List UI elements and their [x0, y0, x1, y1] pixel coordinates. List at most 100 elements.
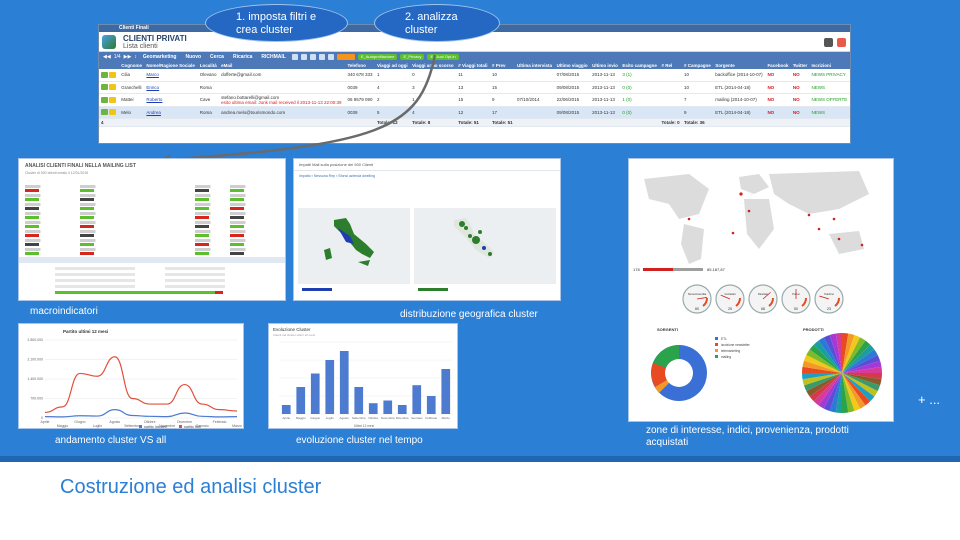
col-header[interactable]: Sorgente	[713, 61, 766, 69]
row-action-icons[interactable]	[99, 69, 120, 82]
gauge-label: Telefono	[824, 292, 834, 296]
macro-indicator	[195, 203, 225, 211]
cell-prev: 17	[489, 106, 515, 119]
macro-progress-fill	[215, 291, 223, 294]
donut-legend-label[interactable]: ETL	[721, 337, 727, 341]
donut-legend-swatch	[715, 337, 718, 340]
help-icon[interactable]	[837, 38, 846, 47]
gauge-label: Contattati	[724, 292, 736, 296]
cell-facebook: NO	[765, 81, 791, 94]
note-icon[interactable]	[109, 109, 116, 115]
macro-grid	[25, 185, 283, 261]
x-tick-label: Settembre	[352, 416, 366, 420]
note-icon[interactable]	[109, 96, 116, 103]
caption-geo: distribuzione geografica cluster	[400, 309, 538, 320]
x-tick-label: Agosto	[340, 416, 350, 420]
col-header[interactable]: # Campagne	[681, 61, 714, 69]
cell-rel	[659, 81, 682, 94]
note-icon[interactable]	[109, 84, 116, 90]
col-header[interactable]: # Rel	[659, 61, 682, 69]
note-icon[interactable]	[109, 71, 116, 78]
col-header[interactable]: Ultima intervista	[515, 61, 555, 69]
col-header[interactable]: Cognome	[119, 61, 145, 69]
bar-5[interactable]	[354, 387, 364, 414]
geo-legend-2[interactable]: Nessuna Rep	[314, 174, 335, 178]
x-tick-label: Marzo	[232, 424, 242, 428]
legend-label[interactable]: partito (tot)	[184, 425, 201, 429]
x-tick-label: Febbraio	[425, 416, 437, 420]
bar-10[interactable]	[426, 396, 436, 414]
bar-3[interactable]	[325, 360, 335, 414]
bar-6[interactable]	[368, 403, 378, 414]
first-page-icon[interactable]: ◀◀	[103, 54, 111, 60]
col-header[interactable]: Facebook	[765, 61, 791, 69]
caption-evolution: evoluzione cluster nel tempo	[296, 435, 423, 446]
legend-swatch	[179, 425, 182, 428]
col-header[interactable]: Esito campagne	[620, 61, 660, 69]
bar-7[interactable]	[383, 400, 393, 415]
macro-indicator	[25, 248, 55, 256]
gauge-label: Risultato	[758, 292, 769, 296]
macro-progress-track	[55, 267, 135, 270]
macro-indicator	[25, 185, 55, 193]
row-action-icons[interactable]	[99, 93, 120, 107]
bar-1[interactable]	[296, 387, 306, 414]
bar-8[interactable]	[397, 405, 407, 414]
col-header[interactable]: Twitter	[790, 61, 810, 69]
total-count: 4	[99, 118, 120, 127]
donut-legend-swatch	[715, 355, 718, 358]
legend-label[interactable]: partito (cluster)	[144, 425, 167, 429]
sort-icon[interactable]: ↕	[134, 54, 137, 60]
print-icon[interactable]	[824, 38, 833, 47]
macro-indicator	[25, 203, 55, 211]
col-actions	[99, 61, 120, 69]
col-header[interactable]: Iscrizioni	[809, 61, 850, 69]
cell-cognome: Mattei	[119, 93, 145, 107]
geo-legend-3[interactable]: Sfonsi azienda dwelling	[338, 174, 375, 178]
col-header[interactable]: Ultimo invio	[590, 61, 621, 69]
map-legend-max: 85.187,87	[707, 267, 726, 272]
cell-twitter: NO	[790, 93, 810, 107]
cell-esito: 0 (0)	[620, 81, 660, 94]
col-header[interactable]: Ultimo viaggio	[554, 61, 591, 69]
cell-twitter: NO	[790, 69, 810, 82]
row-action-icons[interactable]	[99, 106, 120, 119]
interests-visual: 178 85.187,87 Numero/vendita 80 Contattati…	[629, 159, 893, 413]
col-header[interactable]: # Prev	[489, 61, 515, 69]
edit-icon[interactable]	[101, 109, 108, 115]
cell-totali: 15	[456, 93, 490, 107]
donut-legend-label[interactable]: mailing	[721, 355, 731, 359]
page-subtitle: Lista clienti	[123, 43, 158, 50]
x-tick-label: Dicembre	[177, 420, 192, 424]
donut-legend-label[interactable]: iscrizione newsletter	[721, 343, 751, 347]
x-tick-label: Aprile	[282, 416, 290, 420]
bar-9[interactable]	[412, 385, 422, 414]
next-page-icon[interactable]: ▶▶	[124, 54, 132, 60]
gauge-label: Promo	[792, 292, 800, 296]
bar-4[interactable]	[339, 351, 349, 414]
x-tick-label: Novembre	[381, 416, 395, 420]
edit-icon[interactable]	[101, 84, 108, 90]
edit-icon[interactable]	[101, 71, 108, 78]
macro-title: ANALISI CLIENTI FINALI NELLA MAILING LIS…	[25, 163, 136, 169]
donut-legend-label[interactable]: telemarketing	[721, 349, 740, 353]
geo-legend-1[interactable]: Impatto	[299, 174, 311, 178]
more-indicator: + ...	[918, 392, 941, 407]
col-header[interactable]: # Viaggi totali	[456, 61, 490, 69]
edit-icon[interactable]	[101, 96, 108, 103]
cell-twitter: NO	[790, 81, 810, 94]
macro-indicator	[80, 212, 110, 220]
bar-11[interactable]	[441, 369, 451, 414]
page-counter: 1/4	[113, 53, 121, 60]
cell-ultimo-invio: 2013-11-13	[590, 69, 621, 82]
evo-xlabel: Ultimi 12 mesi	[354, 424, 374, 428]
bar-2[interactable]	[310, 373, 320, 415]
cell-cognome: Cilia	[119, 69, 145, 82]
cell-cognome: Melo	[119, 106, 145, 119]
bar-0[interactable]	[281, 405, 291, 414]
row-action-icons[interactable]	[99, 81, 120, 94]
evo-title: Evoluzione Cluster	[273, 327, 311, 332]
macro-indicator	[195, 194, 225, 202]
donut-legend: ETL iscrizione newsletter telemarketing mai…	[715, 337, 751, 359]
total-prev: Totale: 51	[489, 118, 515, 127]
